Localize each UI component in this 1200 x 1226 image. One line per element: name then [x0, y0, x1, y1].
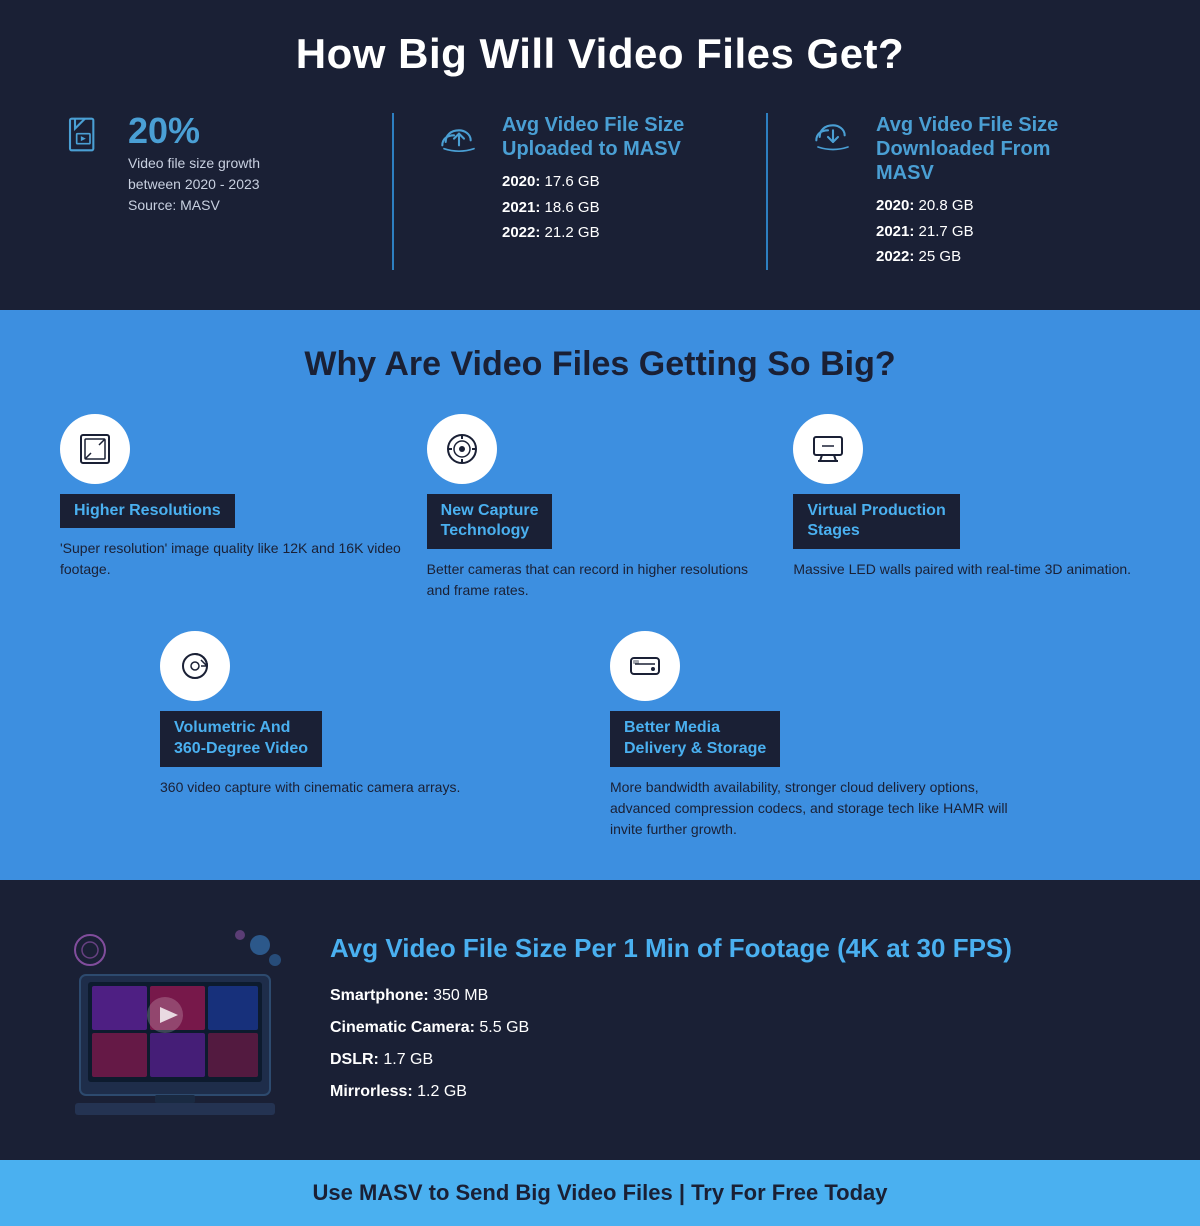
reason-higher-res: Higher Resolutions 'Super resolution' im…: [60, 414, 407, 602]
reasons-row-1: Higher Resolutions 'Super resolution' im…: [60, 414, 1140, 602]
stat-smartphone: Smartphone: 350 MB: [330, 980, 1012, 1012]
main-title: How Big Will Video Files Get?: [60, 30, 1140, 78]
stat-dslr: DSLR: 1.7 GB: [330, 1044, 1012, 1076]
bottom-content: Avg Video File Size Per 1 Min of Footage…: [330, 932, 1012, 1108]
stat-uploaded-content: Avg Video File Size Uploaded to MASV 202…: [502, 113, 684, 246]
footer: Use MASV to Send Big Video Files | Try F…: [0, 1160, 1200, 1226]
downloaded-data: 2020: 20.8 GB 2021: 21.7 GB 2022: 25 GB: [876, 193, 1100, 270]
bottom-stats: Smartphone: 350 MB Cinematic Camera: 5.5…: [330, 980, 1012, 1108]
uploaded-data: 2020: 17.6 GB 2021: 18.6 GB 2022: 21.2 G…: [502, 169, 684, 246]
reason-capture-tech: New CaptureTechnology Better cameras tha…: [427, 414, 774, 602]
stat-mirrorless: Mirrorless: 1.2 GB: [330, 1076, 1012, 1108]
virtual-prod-icon-circle: [793, 414, 863, 484]
reason-media-delivery: Better MediaDelivery & Storage More band…: [610, 631, 1040, 840]
higher-res-desc: 'Super resolution' image quality like 12…: [60, 538, 407, 580]
stats-row: 20% Video file size growth between 2020 …: [60, 113, 1140, 270]
volumetric-icon-circle: [160, 631, 230, 701]
download-icon: [808, 117, 858, 157]
stat-growth: 20% Video file size growth between 2020 …: [60, 113, 392, 270]
virtual-prod-desc: Massive LED walls paired with real-time …: [793, 559, 1131, 580]
stat-downloaded: Avg Video File Size Downloaded From MASV…: [766, 113, 1140, 270]
higher-res-label: Higher Resolutions: [60, 494, 235, 529]
volumetric-desc: 360 video capture with cinematic camera …: [160, 777, 460, 798]
media-delivery-label: Better MediaDelivery & Storage: [610, 711, 780, 767]
media-delivery-icon-circle: [610, 631, 680, 701]
reason-volumetric: Volumetric And360-Degree Video 360 video…: [160, 631, 590, 840]
section-bottom: Avg Video File Size Per 1 Min of Footage…: [0, 880, 1200, 1160]
growth-percent: 20%: [128, 113, 260, 149]
stat-growth-content: 20% Video file size growth between 2020 …: [128, 113, 260, 216]
uploaded-title: Avg Video File Size Uploaded to MASV: [502, 113, 684, 161]
capture-tech-desc: Better cameras that can record in higher…: [427, 559, 774, 601]
volumetric-label: Volumetric And360-Degree Video: [160, 711, 322, 767]
bottom-title: Avg Video File Size Per 1 Min of Footage…: [330, 932, 1012, 966]
file-icon: [60, 117, 110, 157]
reason-virtual-prod: Virtual ProductionStages Massive LED wal…: [793, 414, 1140, 602]
footer-text: Use MASV to Send Big Video Files | Try F…: [20, 1180, 1180, 1206]
capture-tech-icon-circle: [427, 414, 497, 484]
downloaded-title: Avg Video File Size Downloaded From MASV: [876, 113, 1100, 185]
virtual-prod-label: Virtual ProductionStages: [793, 494, 959, 550]
section-blue: Why Are Video Files Getting So Big? High…: [0, 310, 1200, 880]
stat-cinematic: Cinematic Camera: 5.5 GB: [330, 1012, 1012, 1044]
stat-uploaded: Avg Video File Size Uploaded to MASV 202…: [392, 113, 766, 270]
laptop-illustration: [60, 920, 290, 1120]
reasons-row-2: Volumetric And360-Degree Video 360 video…: [60, 631, 1140, 840]
stat-downloaded-content: Avg Video File Size Downloaded From MASV…: [876, 113, 1100, 270]
section-top: How Big Will Video Files Get? 20% Video …: [0, 0, 1200, 310]
growth-desc: Video file size growth between 2020 - 20…: [128, 153, 260, 216]
media-delivery-desc: More bandwidth availability, stronger cl…: [610, 777, 1040, 840]
capture-tech-label: New CaptureTechnology: [427, 494, 553, 550]
higher-res-icon-circle: [60, 414, 130, 484]
upload-icon: [434, 117, 484, 157]
section2-title: Why Are Video Files Getting So Big?: [60, 345, 1140, 384]
